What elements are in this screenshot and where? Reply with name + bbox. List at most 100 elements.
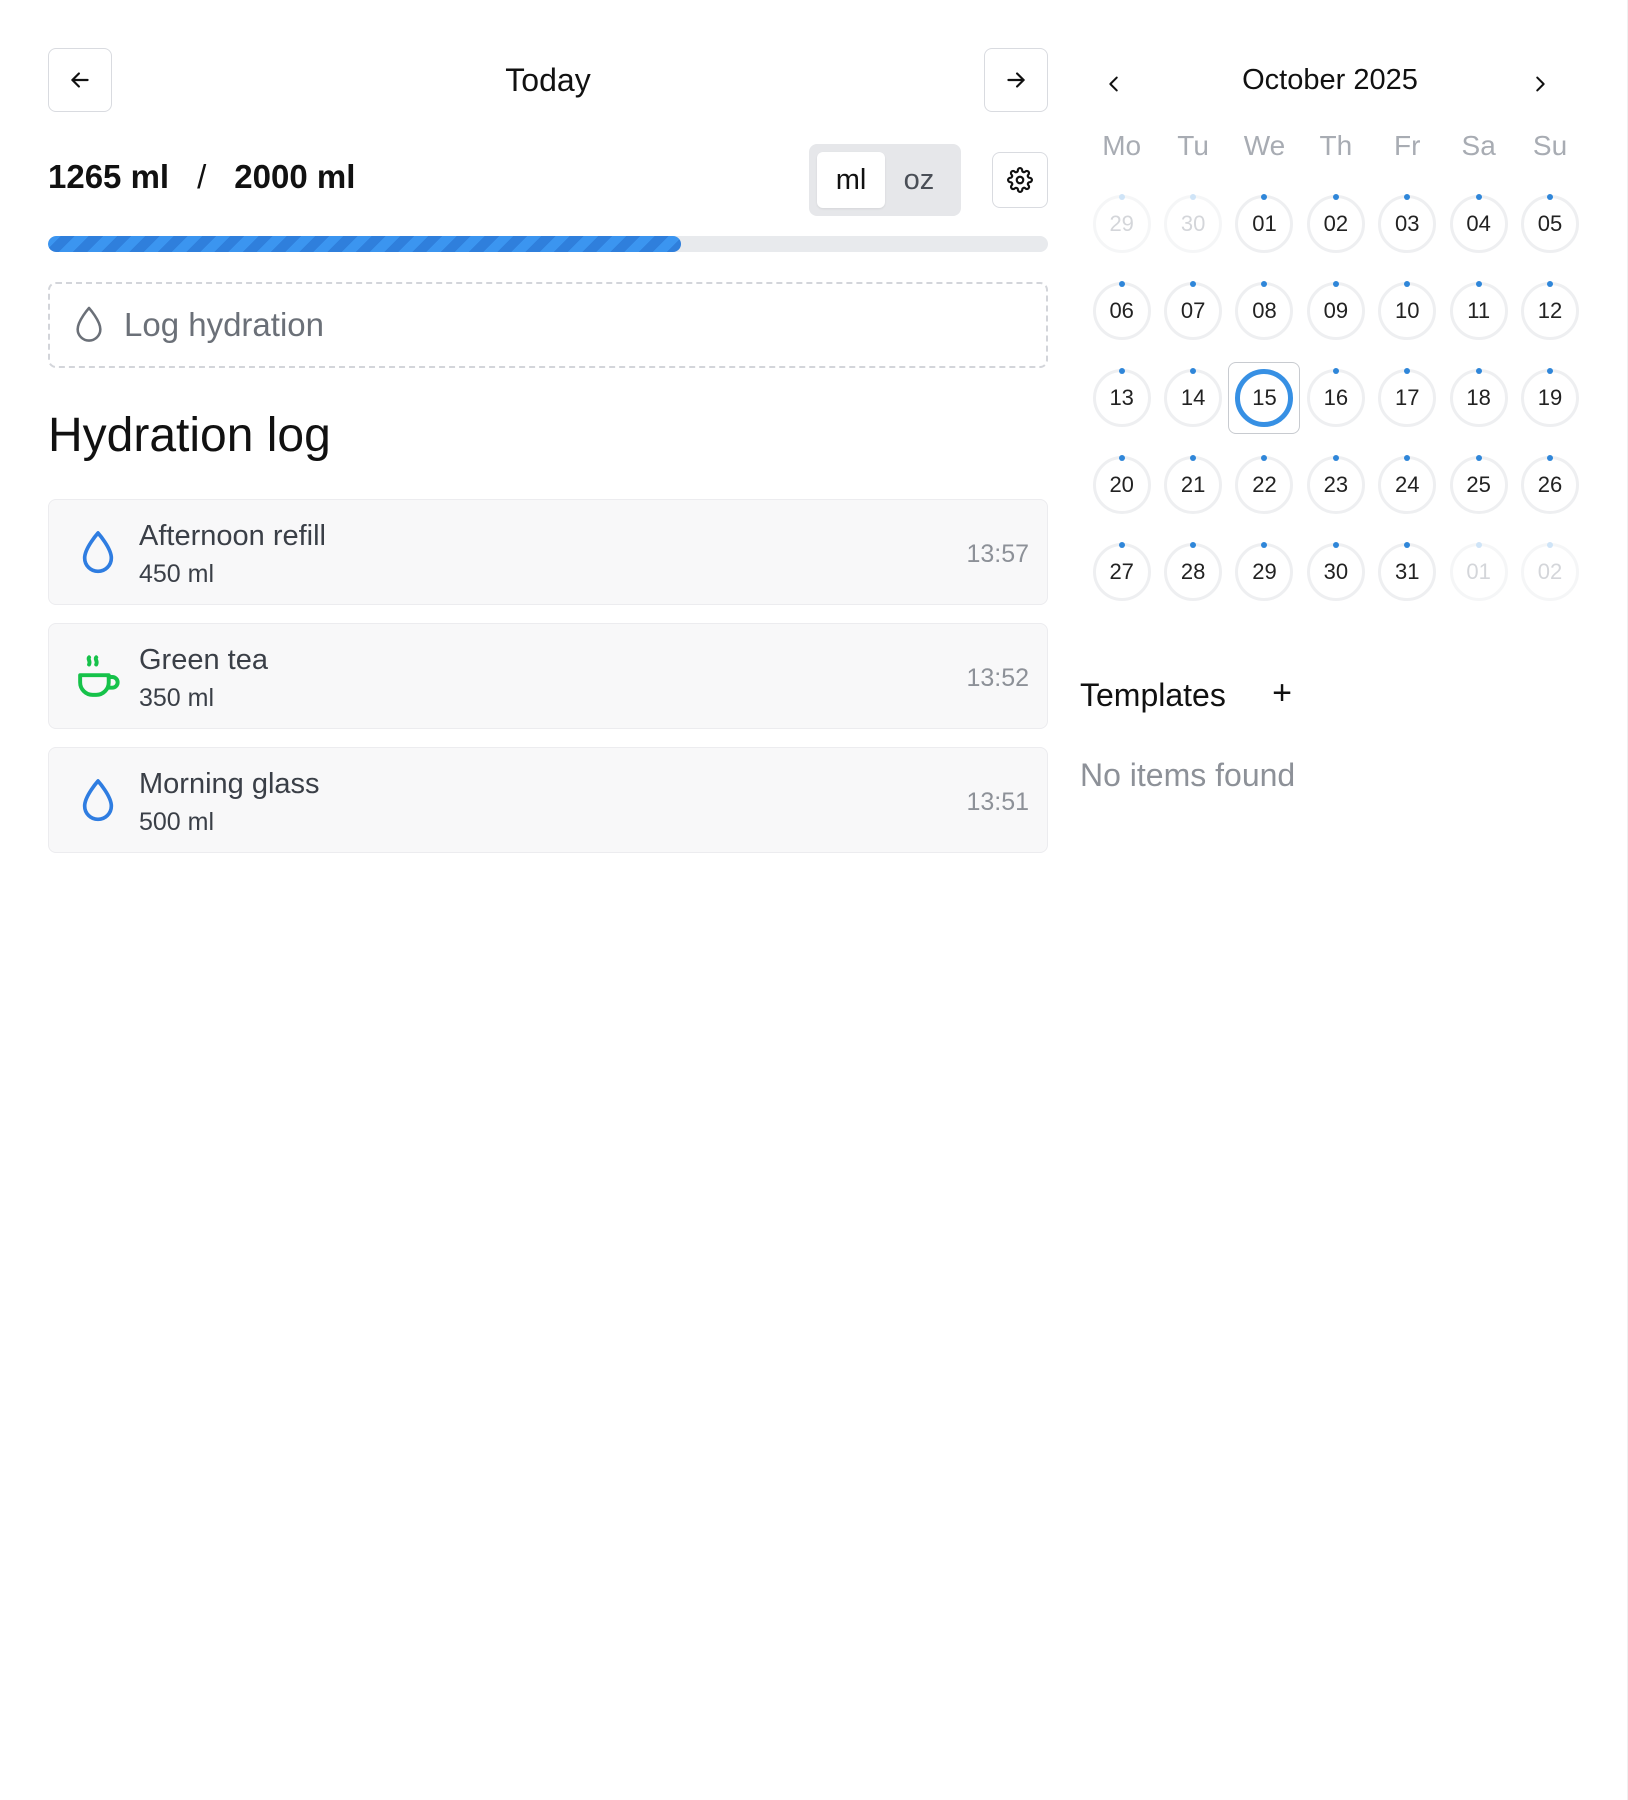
calendar-day[interactable]: 28 [1157,528,1228,615]
day-navigation: Today [48,48,1048,112]
day-indicator-dot [1332,541,1339,548]
calendar-day-ring: 18 [1449,367,1508,427]
calendar-day[interactable]: 10 [1372,267,1443,354]
day-indicator-dot [1332,454,1339,461]
calendar-day-label: 26 [1537,471,1563,497]
calendar-day-ring: 22 [1235,454,1294,514]
calendar-day[interactable]: 01 [1443,528,1514,615]
calendar-day-ring: 08 [1235,280,1294,340]
settings-button[interactable] [992,152,1048,208]
totals-row: 1265 ml / 2000 ml ml oz [48,144,1048,218]
calendar-day-ring: 24 [1378,454,1437,514]
day-indicator-dot [1190,367,1197,374]
next-day-button[interactable] [984,48,1048,112]
calendar-day[interactable]: 19 [1514,354,1585,441]
calendar-day-label: 14 [1180,384,1206,410]
day-indicator-dot [1404,454,1411,461]
unit-switch: ml oz [809,144,961,216]
day-indicator-dot [1261,193,1268,200]
log-entry-name: Afternoon refill [139,520,326,552]
intake-progress-bar [48,236,1048,252]
calendar-day-label: 28 [1180,558,1206,584]
chevron-right-icon [1536,76,1545,92]
calendar-day[interactable]: 16 [1300,354,1371,441]
calendar-day[interactable]: 25 [1443,441,1514,528]
calendar-month-title: October 2025 [1242,64,1418,96]
day-indicator-dot [1547,193,1554,200]
unit-option-ml[interactable]: ml [817,152,885,208]
calendar-day-ring: 19 [1521,367,1580,427]
log-entry-time: 13:51 [966,788,1029,816]
calendar-day-label: 29 [1252,558,1277,584]
calendar-day[interactable]: 22 [1229,441,1300,528]
calendar-day[interactable]: 27 [1086,528,1157,615]
log-entry[interactable]: Green tea 350 ml 13:52 [48,623,1048,729]
calendar-day[interactable]: 13 [1086,354,1157,441]
goal-amount: 2000 ml [234,158,356,195]
water-drop-outline-icon [76,306,102,342]
calendar-day-ring: 01 [1235,193,1294,253]
calendar-day[interactable]: 05 [1514,180,1585,267]
day-indicator-dot [1404,541,1411,548]
calendar-day[interactable]: 04 [1443,180,1514,267]
weekday-label: Mo [1102,130,1142,161]
templates-title: Templates [1080,677,1226,713]
day-indicator-dot [1118,367,1125,374]
log-hydration-field[interactable]: Log hydration [48,282,1048,368]
calendar-day-label: 01 [1252,210,1277,236]
weekday-label: Fr [1394,130,1421,161]
calendar-day[interactable]: 23 [1300,441,1371,528]
calendar-day-ring: 27 [1092,541,1151,601]
calendar-day-ring: 30 [1306,541,1365,601]
next-month-button[interactable] [1512,56,1568,112]
day-indicator-dot [1118,541,1125,548]
calendar-day[interactable]: 02 [1300,180,1371,267]
calendar-day[interactable]: 21 [1157,441,1228,528]
calendar-day[interactable]: 07 [1157,267,1228,354]
calendar-day-label: 24 [1395,471,1420,497]
log-entry-time: 13:57 [966,540,1029,568]
intake-progress-fill [48,236,681,252]
day-indicator-dot [1475,367,1482,374]
calendar-day[interactable]: 03 [1372,180,1443,267]
calendar-day-label: 08 [1252,297,1277,323]
calendar-day[interactable]: 06 [1086,267,1157,354]
calendar-day[interactable]: 30 [1157,180,1228,267]
intake-totals: 1265 ml / 2000 ml [48,158,355,196]
calendar-day[interactable]: 29 [1229,528,1300,615]
calendar-day[interactable]: 17 [1372,354,1443,441]
water-drop-icon [73,528,123,578]
calendar-day[interactable]: 29 [1086,180,1157,267]
calendar-day[interactable]: 14 [1157,354,1228,441]
calendar-day-ring: 05 [1521,193,1580,253]
calendar-day-today[interactable]: 15 [1228,354,1301,441]
calendar-day[interactable]: 11 [1443,267,1514,354]
calendar-day-ring: 02 [1306,193,1365,253]
calendar-day[interactable]: 12 [1514,267,1585,354]
calendar-day-label: 07 [1180,297,1206,323]
calendar-day[interactable]: 24 [1372,441,1443,528]
calendar-day[interactable]: 01 [1229,180,1300,267]
calendar-day-label: 29 [1109,210,1134,236]
calendar-day-label: 11 [1467,297,1491,323]
calendar-day[interactable]: 20 [1086,441,1157,528]
log-entry[interactable]: Morning glass 500 ml 13:51 [48,747,1048,853]
day-indicator-dot [1190,280,1197,287]
calendar-day[interactable]: 18 [1443,354,1514,441]
unit-option-oz[interactable]: oz [885,152,953,208]
calendar-day[interactable]: 09 [1300,267,1371,354]
log-entry-amount: 450 ml [139,560,215,588]
hydration-log-title: Hydration log [48,409,331,462]
calendar-day-ring: 07 [1164,280,1223,340]
calendar-day-label: 13 [1109,384,1134,410]
calendar-day[interactable]: 08 [1229,267,1300,354]
calendar-day[interactable]: 31 [1372,528,1443,615]
calendar-day[interactable]: 02 [1514,528,1585,615]
add-template-button[interactable]: + [1260,671,1304,715]
calendar-day-ring: 02 [1521,541,1580,601]
calendar-day-label: 21 [1180,471,1206,497]
calendar-day[interactable]: 30 [1300,528,1371,615]
calendar-day[interactable]: 26 [1514,441,1585,528]
day-indicator-dot [1547,367,1554,374]
log-entry[interactable]: Afternoon refill 450 ml 13:57 [48,499,1048,605]
